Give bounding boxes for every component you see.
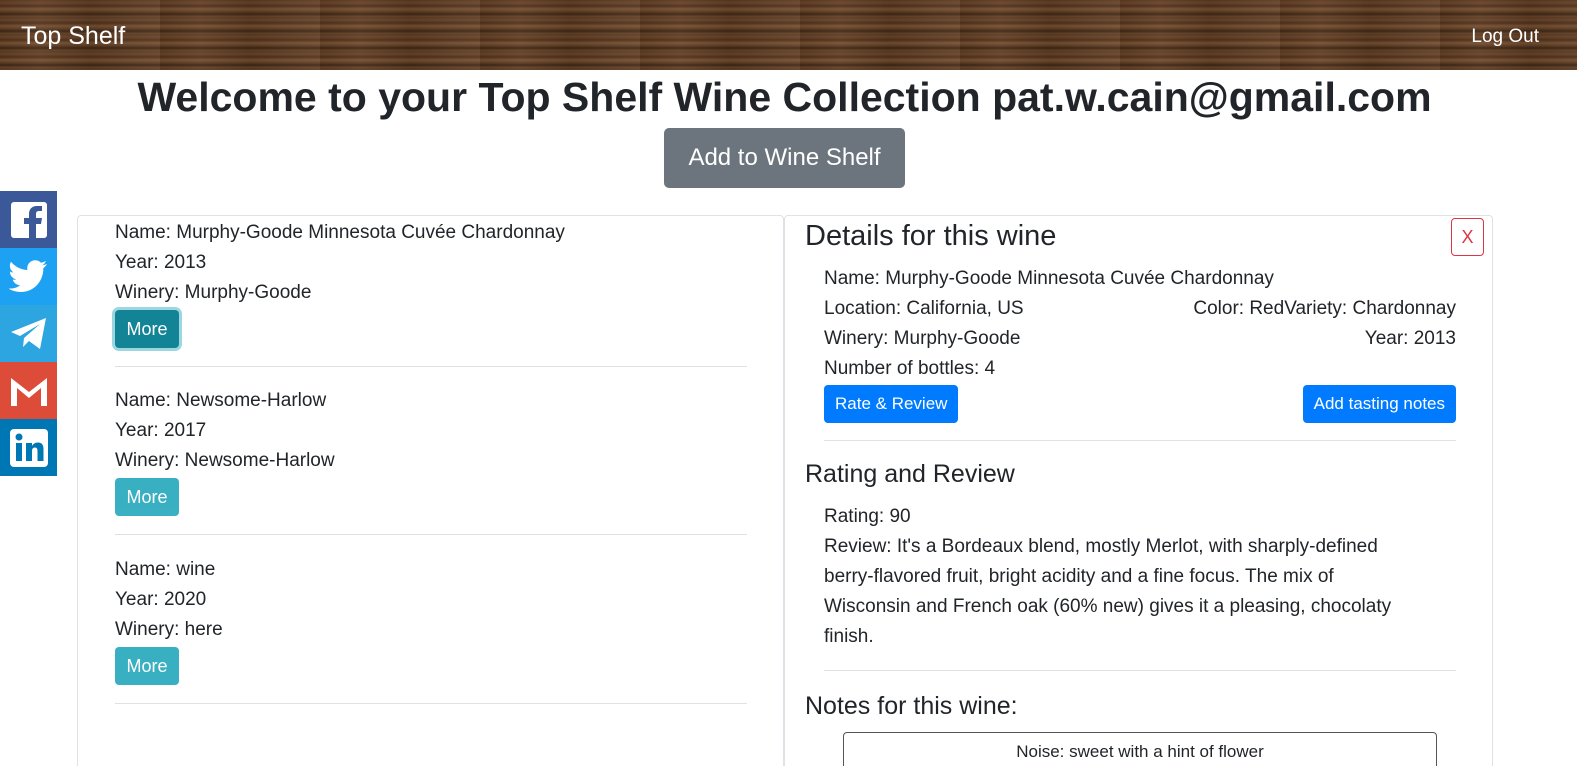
review-text: Review: It's a Bordeaux blend, mostly Me… <box>824 536 1392 647</box>
facebook-share-button[interactable] <box>0 191 57 248</box>
detail-bottles: Number of bottles: 4 <box>824 358 996 379</box>
telegram-icon <box>10 317 46 349</box>
detail-location: Location: California, US <box>824 298 1024 319</box>
divider <box>115 366 747 367</box>
telegram-share-button[interactable] <box>0 305 57 362</box>
rating-heading: Rating and Review <box>805 460 1015 488</box>
notes-heading: Notes for this wine: <box>805 692 1018 720</box>
twitter-share-button[interactable] <box>0 248 57 305</box>
wine-list-panel: Name: Murphy-Goode Minnesota Cuvée Chard… <box>77 215 784 766</box>
logout-link[interactable]: Log Out <box>1471 26 1539 48</box>
wine-year: Year: 2013 <box>115 252 207 273</box>
divider <box>824 440 1456 441</box>
rating-body: Rating: 90 Review: It's a Bordeaux blend… <box>824 502 1424 652</box>
detail-color-variety: Color: RedVariety: Chardonnay <box>1193 298 1456 319</box>
details-heading: Details for this wine <box>805 220 1057 252</box>
detail-winery: Winery: Murphy-Goode <box>824 328 1021 349</box>
social-share-bar <box>0 191 57 476</box>
wine-list-item: Name: Murphy-Goode Minnesota Cuvée Chard… <box>115 218 747 367</box>
linkedin-icon <box>9 428 48 467</box>
rate-review-button[interactable]: Rate & Review <box>824 385 959 423</box>
rating-value: Rating: 90 <box>824 506 911 527</box>
page-title: Welcome to your Top Shelf Wine Collectio… <box>137 74 1432 120</box>
wine-year: Year: 2017 <box>115 420 207 441</box>
wine-details-panel: X Details for this wine Name: Murphy-Goo… <box>784 215 1493 766</box>
wine-list-item: Name: wine Year: 2020 Winery: here More <box>115 555 747 704</box>
tasting-note-card: Noise: sweet with a hint of flower <box>843 732 1437 766</box>
wine-winery: Winery: Murphy-Goode <box>115 282 312 303</box>
more-button[interactable]: More <box>115 478 179 516</box>
brand-link[interactable]: Top Shelf <box>21 22 125 51</box>
divider <box>115 703 747 704</box>
details-body: Name: Murphy-Goode Minnesota Cuvée Chard… <box>824 264 1456 423</box>
twitter-icon <box>8 259 47 292</box>
wine-name: Name: Newsome-Harlow <box>115 390 327 411</box>
detail-year: Year: 2013 <box>1364 328 1456 349</box>
wine-winery: Winery: here <box>115 619 223 640</box>
gmail-share-button[interactable] <box>0 362 57 419</box>
wine-winery: Winery: Newsome-Harlow <box>115 450 335 471</box>
facebook-icon <box>10 201 47 238</box>
wine-name: Name: wine <box>115 559 216 580</box>
divider <box>115 534 747 535</box>
more-button[interactable]: More <box>115 647 179 685</box>
detail-name: Name: Murphy-Goode Minnesota Cuvée Chard… <box>824 268 1274 289</box>
wine-name: Name: Murphy-Goode Minnesota Cuvée Chard… <box>115 222 565 243</box>
gmail-icon <box>10 377 47 406</box>
wine-year: Year: 2020 <box>115 589 207 610</box>
add-tasting-notes-button[interactable]: Add tasting notes <box>1302 385 1456 423</box>
close-details-button[interactable]: X <box>1451 218 1484 256</box>
add-to-wine-shelf-button[interactable]: Add to Wine Shelf <box>664 128 905 188</box>
wine-list-item: Name: Newsome-Harlow Year: 2017 Winery: … <box>115 386 747 535</box>
divider <box>824 670 1456 671</box>
navbar: Top Shelf Log Out <box>0 0 1577 70</box>
more-button[interactable]: More <box>115 310 179 348</box>
linkedin-share-button[interactable] <box>0 419 57 476</box>
